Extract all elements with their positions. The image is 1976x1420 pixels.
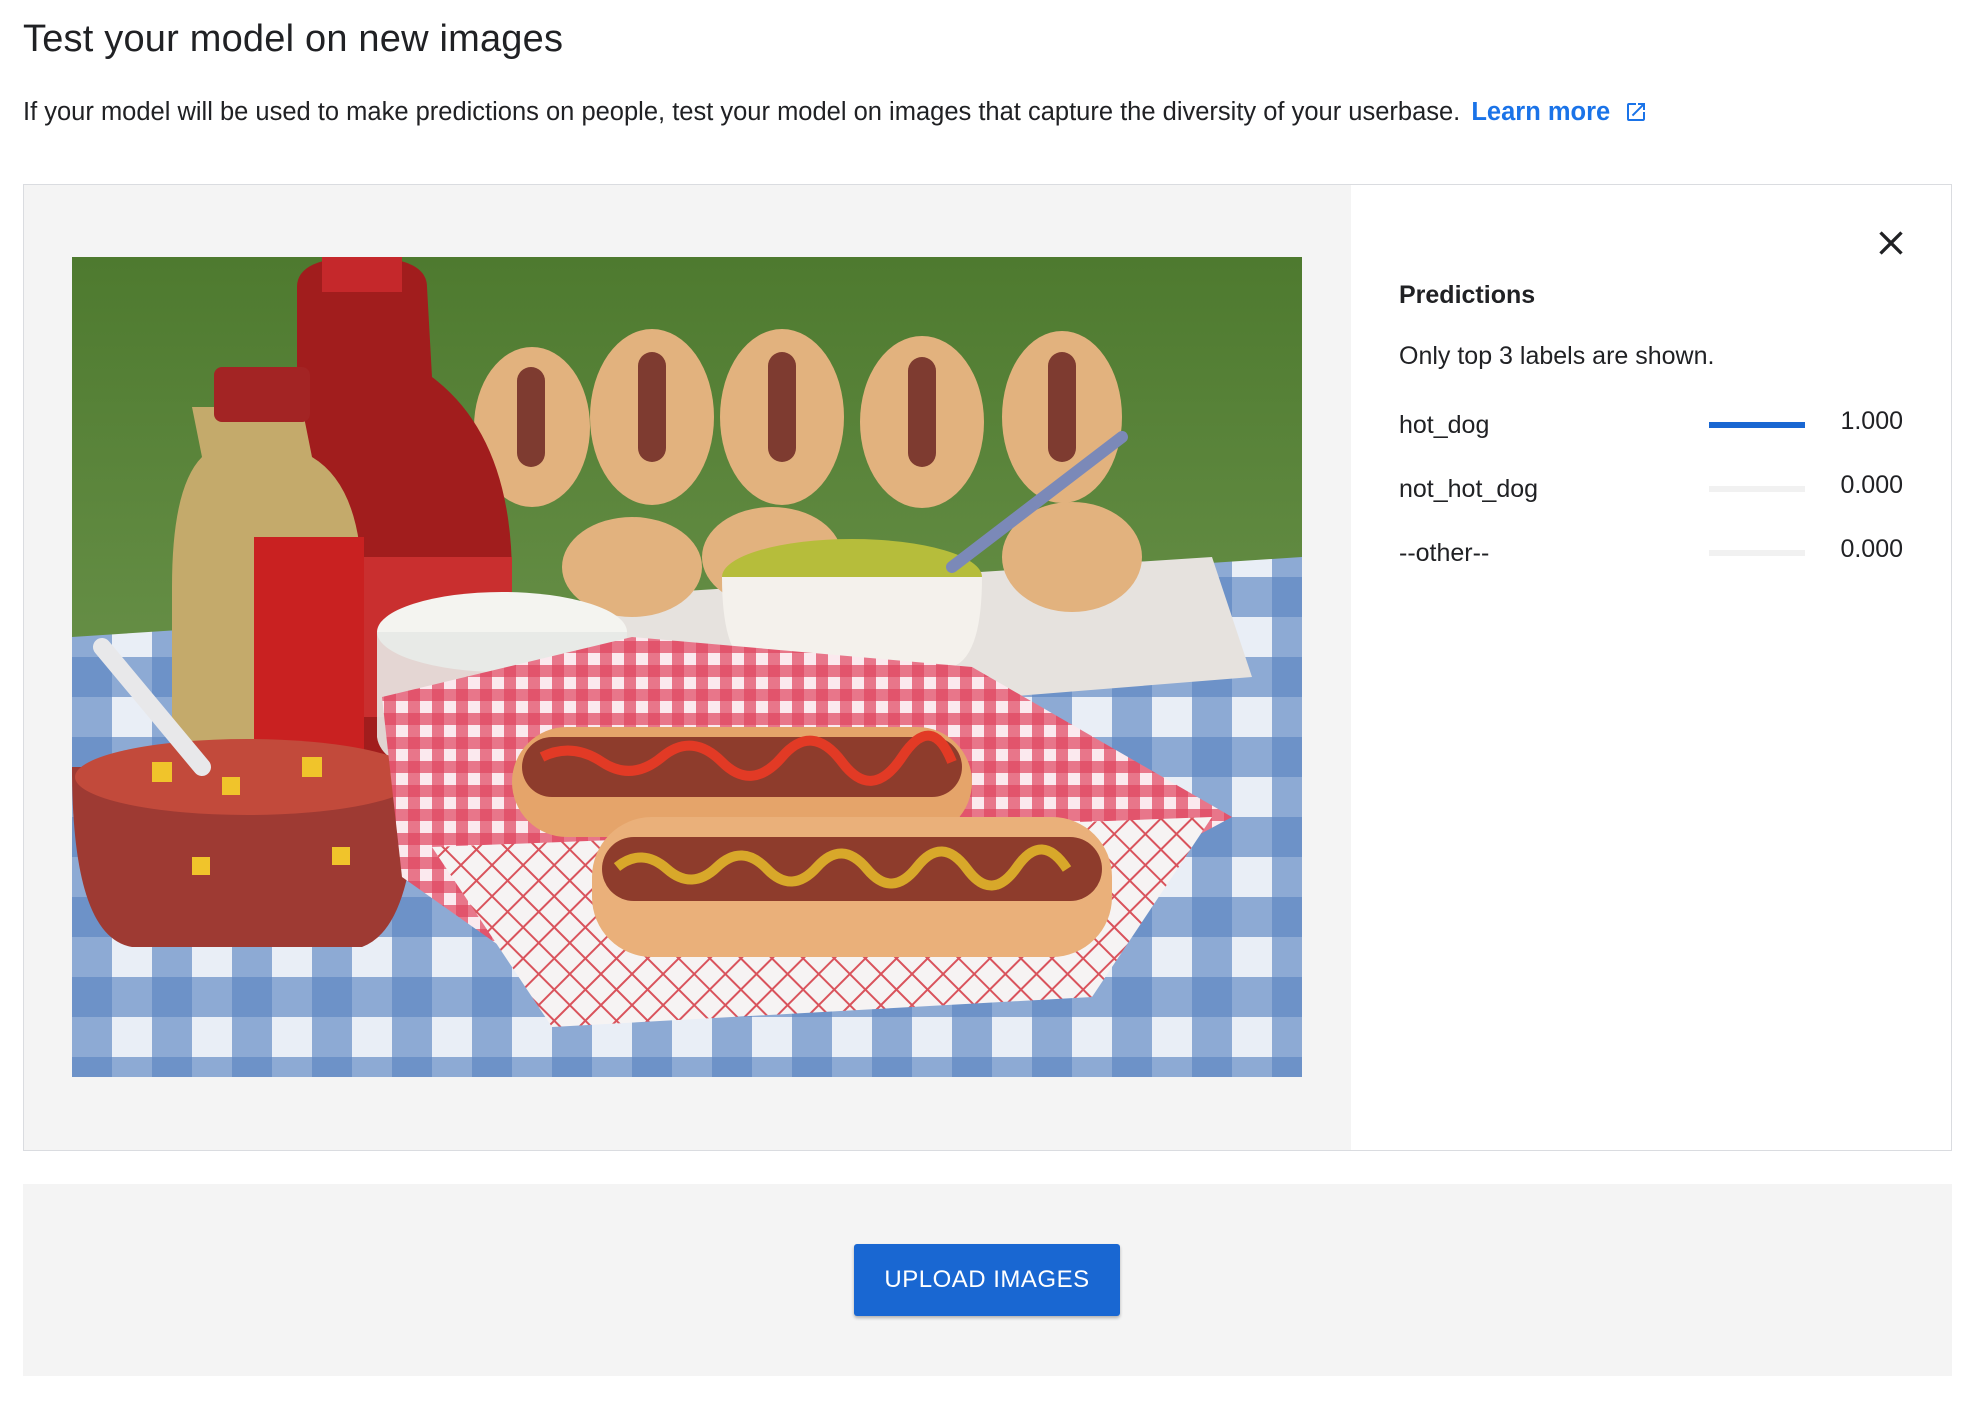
prediction-score-bar	[1709, 550, 1805, 556]
prediction-label: not_hot_dog	[1399, 475, 1539, 503]
prediction-result-card: Predictions Only top 3 labels are shown.…	[23, 184, 1952, 1151]
prediction-score-value: 0.000	[1840, 535, 1903, 563]
predictions-panel: Predictions Only top 3 labels are shown.…	[1351, 185, 1951, 1150]
predictions-note: Only top 3 labels are shown.	[1399, 342, 1715, 370]
uploaded-image	[72, 257, 1302, 1077]
upload-images-button[interactable]: UPLOAD IMAGES	[854, 1244, 1120, 1316]
prediction-score-value: 1.000	[1840, 407, 1903, 435]
learn-more-link[interactable]: Learn more	[1471, 98, 1648, 126]
prediction-score-value: 0.000	[1840, 471, 1903, 499]
prediction-label: hot_dog	[1399, 411, 1490, 439]
prediction-score-bar	[1709, 422, 1805, 428]
page-title: Test your model on new images	[23, 18, 564, 60]
predictions-list: hot_dog 1.000 not_hot_dog 0.000 --other-- 0.0…	[1399, 407, 1903, 603]
test-model-page: Test your model on new images If your mo…	[0, 0, 1976, 1420]
page-description: If your model will be used to make predi…	[23, 98, 1648, 131]
learn-more-label: Learn more	[1471, 98, 1611, 126]
prediction-row: hot_dog 1.000	[1399, 407, 1903, 475]
prediction-row: --other-- 0.000	[1399, 535, 1903, 603]
description-text: If your model will be used to make predi…	[23, 98, 1461, 126]
upload-area: UPLOAD IMAGES	[23, 1184, 1952, 1376]
close-icon	[1879, 231, 1903, 255]
prediction-score-bar	[1709, 486, 1805, 492]
prediction-row: not_hot_dog 0.000	[1399, 471, 1903, 539]
prediction-label: --other--	[1399, 539, 1490, 567]
prediction-score-fill	[1709, 422, 1805, 428]
image-preview-pane	[24, 185, 1351, 1150]
open-in-new-icon	[1624, 100, 1648, 131]
close-button[interactable]	[1871, 223, 1911, 263]
predictions-title: Predictions	[1399, 281, 1536, 309]
